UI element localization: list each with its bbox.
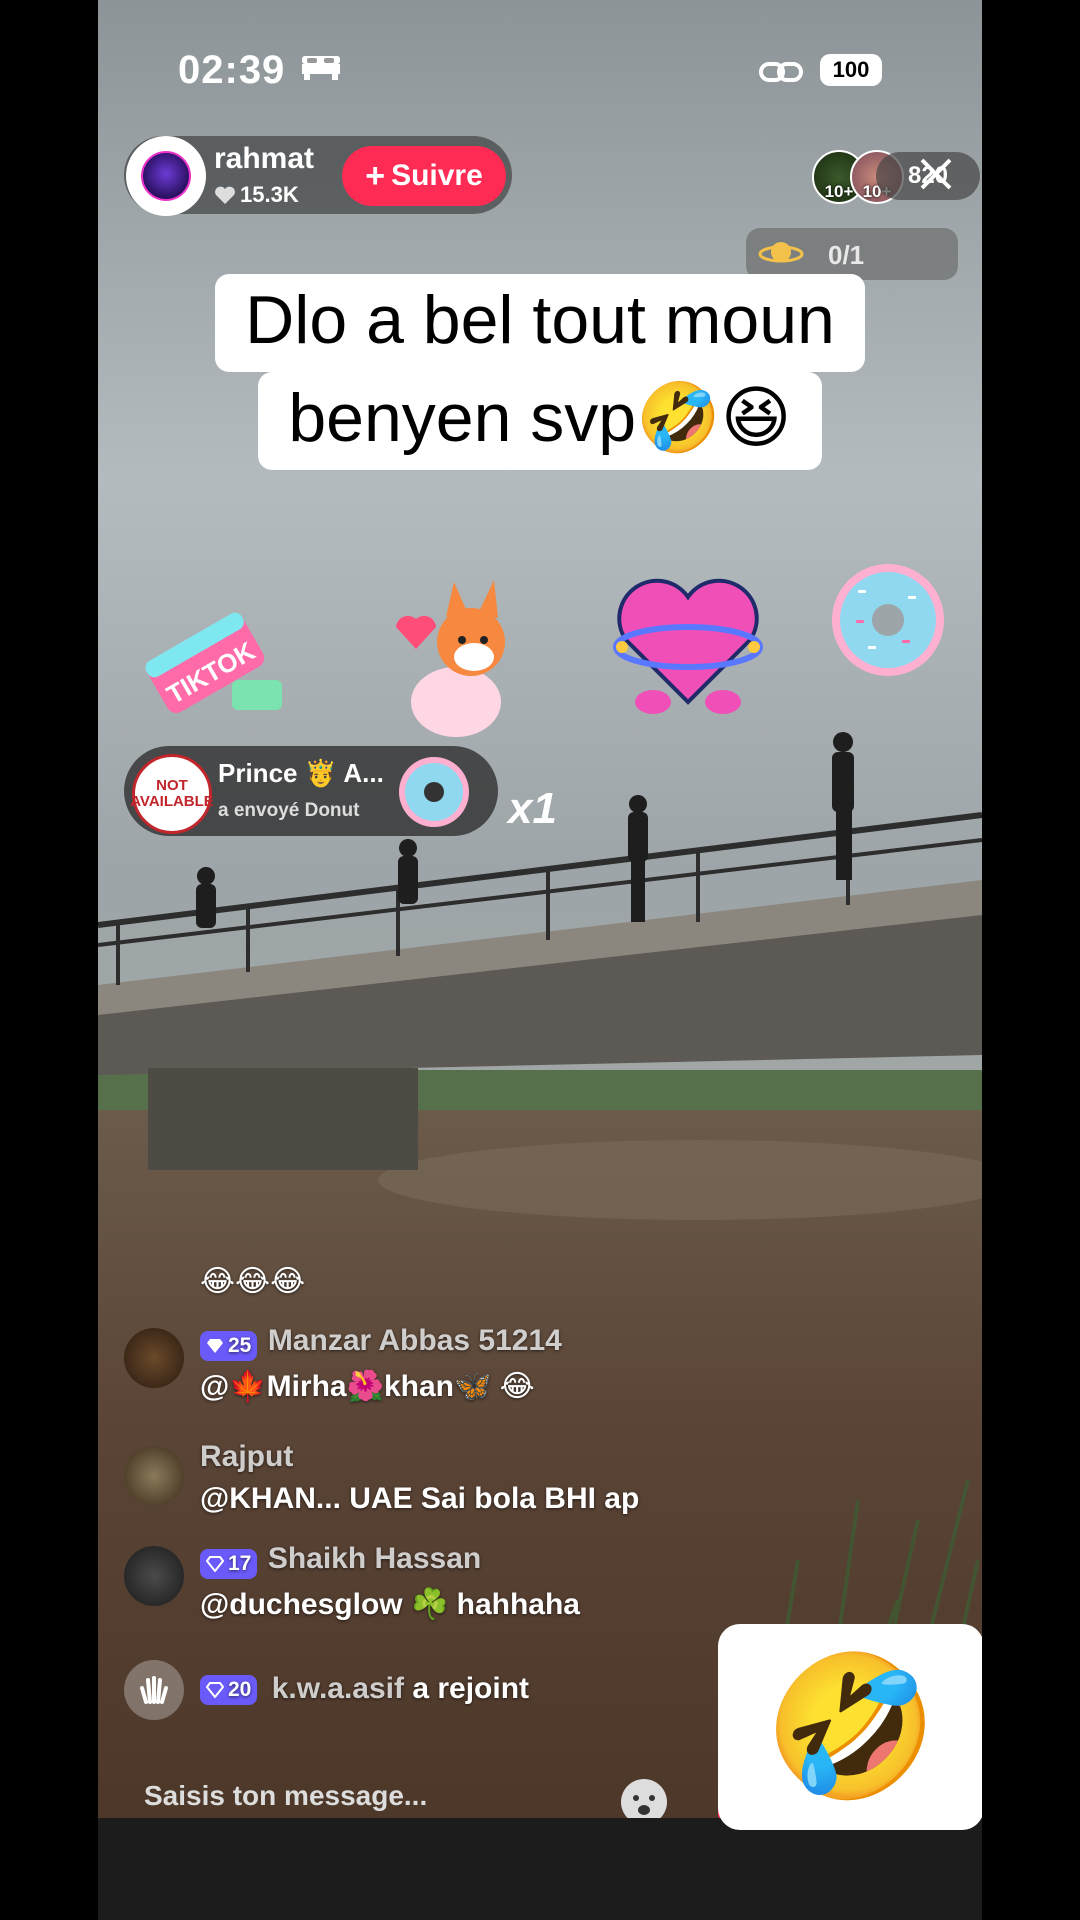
live-stream-screen: 02:39 100 rahmat 15.3K + Suivre 10+ 10+ … [98,0,982,1920]
chat-avatar[interactable] [124,1446,184,1506]
follow-button[interactable]: + Suivre [342,146,506,206]
battery-indicator: 100 [820,54,882,86]
chat-text: @🍁Mirha🌺khan🦋 😂 [200,1369,535,1403]
caption-line-1: Dlo a bel tout moun [98,274,982,372]
diamond-icon [207,1338,223,1353]
chat-emoji-line: 😂😂😂 [200,1265,306,1298]
chat-message: Rajput @KHAN... UAE Sai bola BHI ap [200,1440,840,1516]
chat-text: @KHAN... UAE Sai bola BHI ap [200,1482,640,1515]
chat-username[interactable]: Rajput [200,1440,293,1473]
status-time: 02:39 [178,48,286,92]
link-icon [759,62,803,82]
follow-label: Suivre [391,159,483,192]
donut-icon [399,757,469,827]
donut-gift-icon [832,564,944,676]
diamond-icon [206,1555,224,1572]
bed-icon [302,56,340,80]
gift-multiplier: x1 [508,784,557,833]
level-badge: 25 [200,1330,258,1361]
chat-message: 25 Manzar Abbas 51214 @🍁Mirha🌺khan🦋 😂 [200,1324,840,1404]
comment-input[interactable] [124,1768,644,1824]
host-avatar[interactable] [126,136,206,216]
bottom-bar [98,1818,982,1920]
level-badge: 17 [200,1548,258,1579]
join-username[interactable]: k.w.a.asif [272,1672,404,1705]
gift-action-text: a envoyé Donut [218,800,360,821]
level-badge: 20 [200,1675,258,1706]
diamond-icon [206,1682,224,1699]
chat-message: 17 Shaikh Hassan @duchesglow ☘️ hahhaha [200,1542,840,1622]
goal-progress: 0/1 [828,240,865,270]
heart-planet-gift-icon [613,578,763,714]
host-likes: 15.3K [214,182,299,208]
reaction-emoji: 🤣 [763,1648,939,1805]
chat-username[interactable]: Manzar Abbas 51214 [268,1324,562,1357]
caption-line-2: benyen svp🤣😆 [98,372,982,470]
tiktok-gift-icon: TIKTOK [145,612,282,713]
plus-icon: + [365,157,386,195]
gift-sender-name[interactable]: Prince 🤴 A... [218,758,384,789]
gift-sender-avatar[interactable]: NOT AVAILABLE [130,754,214,834]
heart-icon [215,186,235,204]
chat-text: @duchesglow ☘️ hahhaha [200,1587,580,1621]
reaction-emoji-card: 🤣 [718,1624,982,1830]
chat-avatar[interactable] [124,1546,184,1606]
close-icon[interactable] [918,156,954,192]
viewers-group[interactable]: 10+ 10+ 820 [812,150,982,204]
chat-username[interactable]: Shaikh Hassan [268,1542,481,1575]
likes-count: 15.3K [240,182,299,207]
join-action: a rejoint [412,1672,530,1705]
chat-avatar[interactable] [124,1328,184,1388]
host-name[interactable]: rahmat [214,142,314,176]
planet-icon [758,242,804,263]
corgi-gift-icon [396,580,505,737]
wave-icon [124,1660,184,1720]
